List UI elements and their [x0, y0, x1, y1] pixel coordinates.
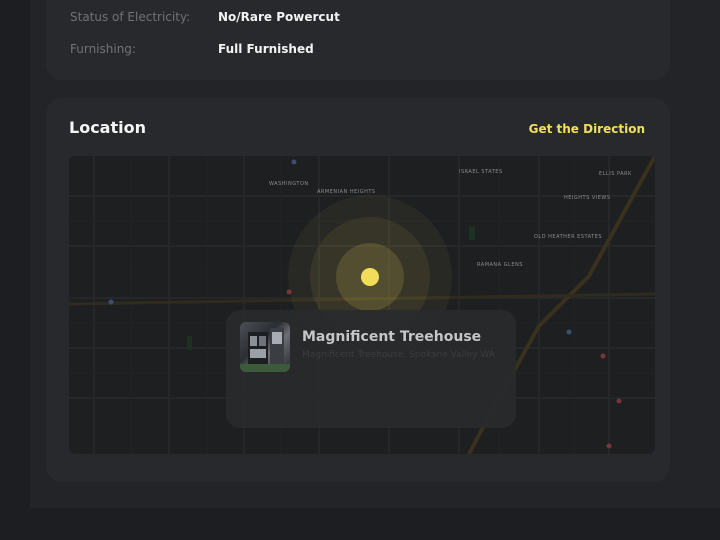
property-thumbnail — [240, 322, 290, 372]
map-label: ISRAEL STATES — [459, 169, 503, 175]
location-title: Location — [69, 118, 146, 137]
map-label: WASHINGTON — [269, 181, 309, 187]
popup-subtitle: Magnificent Treehouse, Spokane Valley WA — [302, 350, 495, 360]
map-label: RAMANA GLENS — [477, 262, 523, 268]
get-direction-link[interactable]: Get the Direction — [529, 122, 645, 136]
detail-label: Status of Electricity: — [70, 10, 191, 24]
map-label: OLD HEATHER ESTATES — [534, 234, 603, 240]
map-label: ELLIS PARK — [599, 171, 632, 177]
house-image-icon — [240, 328, 290, 372]
popup-title: Magnificent Treehouse — [302, 329, 482, 345]
map-label: ARMENIAN HEIGHTS — [317, 189, 376, 195]
detail-value: Full Furnished — [218, 42, 314, 56]
detail-label: Furnishing: — [70, 42, 136, 56]
map-label: HEIGHTS VIEWS — [564, 195, 611, 201]
detail-value: No/Rare Powercut — [218, 10, 340, 24]
